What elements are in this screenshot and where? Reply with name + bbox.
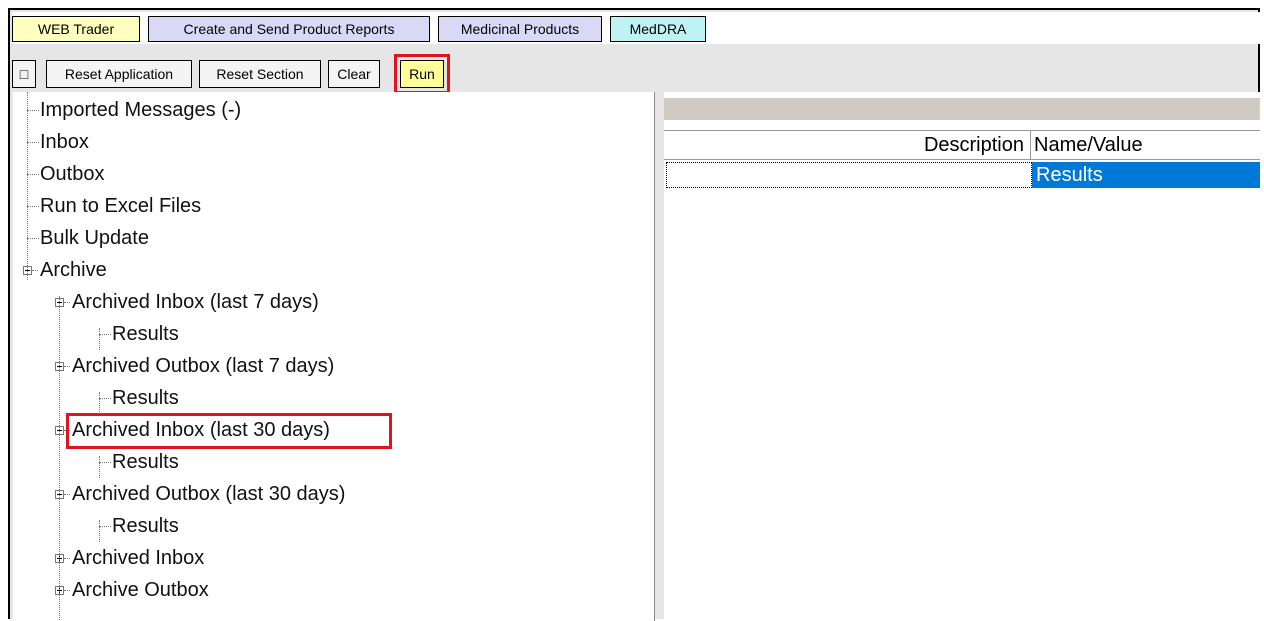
tree-guide-line — [59, 296, 60, 621]
column-header-name-value[interactable]: Name/Value — [1034, 131, 1143, 159]
tree-connector — [27, 142, 39, 143]
navigation-tree: Imported Messages (-) Inbox Outbox Run to E… — [13, 92, 655, 621]
tree-item[interactable]: Archived Inbox (last 7 days) — [72, 286, 319, 318]
tree-item[interactable]: Archived Inbox — [72, 542, 204, 574]
tree-guide-line — [27, 92, 28, 280]
tab-web-trader[interactable]: WEB Trader — [12, 16, 140, 42]
tab-meddra[interactable]: MedDRA — [610, 16, 706, 42]
tree-item[interactable]: Results — [112, 318, 179, 350]
tree-guide-line — [99, 456, 100, 478]
properties-header: Description Name/Value — [664, 130, 1260, 160]
properties-title-bar — [664, 98, 1260, 120]
tree-item[interactable]: Archive Outbox — [72, 574, 209, 606]
tree-item[interactable]: Results — [112, 382, 179, 414]
module-tab-bar: WEB Trader Create and Send Product Repor… — [12, 12, 1260, 44]
tree-item[interactable]: Archive — [40, 254, 107, 286]
tree-connector — [32, 270, 38, 271]
tree-item[interactable]: Outbox — [40, 158, 104, 190]
tree-connector — [99, 526, 111, 527]
tree-connector — [27, 174, 39, 175]
tree-guide-line — [99, 392, 100, 414]
tree-guide-line — [99, 520, 100, 542]
properties-row[interactable]: Results — [664, 162, 1260, 188]
tab-medicinal-products[interactable]: Medicinal Products — [438, 16, 602, 42]
tree-connector — [64, 494, 70, 495]
tab-create-send-product-reports[interactable]: Create and Send Product Reports — [148, 16, 430, 42]
tree-guide-line — [99, 328, 100, 350]
tree-item[interactable]: Archived Outbox (last 7 days) — [72, 350, 334, 382]
reset-application-button[interactable]: Reset Application — [46, 60, 192, 88]
tree-connector — [64, 366, 70, 367]
tree-connector — [64, 590, 70, 591]
restore-button[interactable]: □ — [12, 60, 36, 88]
properties-panel: Description Name/Value Results — [664, 92, 1260, 621]
tree-connector — [99, 398, 111, 399]
tree-item[interactable]: Run to Excel Files — [40, 190, 201, 222]
tree-item[interactable]: Imported Messages (-) — [40, 94, 241, 126]
run-highlight-box — [394, 54, 450, 94]
tree-connector — [27, 238, 39, 239]
tree-connector — [27, 110, 39, 111]
clear-button[interactable]: Clear — [328, 60, 380, 88]
tree-connector — [64, 558, 70, 559]
property-value-cell[interactable]: Results — [1032, 162, 1260, 188]
tree-item[interactable]: Archived Outbox (last 30 days) — [72, 478, 345, 510]
property-description-cell[interactable] — [666, 162, 1032, 188]
reset-section-button[interactable]: Reset Section — [199, 60, 321, 88]
tree-connector — [99, 462, 111, 463]
tree-item[interactable]: Inbox — [40, 126, 89, 158]
tree-item[interactable]: Bulk Update — [40, 222, 149, 254]
tree-item[interactable]: Results — [112, 510, 179, 542]
tree-item-highlight-box — [66, 413, 392, 449]
tree-connector — [27, 206, 39, 207]
tree-item[interactable]: Results — [112, 446, 179, 478]
toolbar: □ Reset Application Reset Section Clear … — [12, 46, 1260, 94]
tree-connector — [64, 302, 70, 303]
tree-connector — [99, 334, 111, 335]
application-window: WEB Trader Create and Send Product Repor… — [8, 8, 1260, 621]
column-header-description[interactable]: Description — [664, 131, 1031, 159]
